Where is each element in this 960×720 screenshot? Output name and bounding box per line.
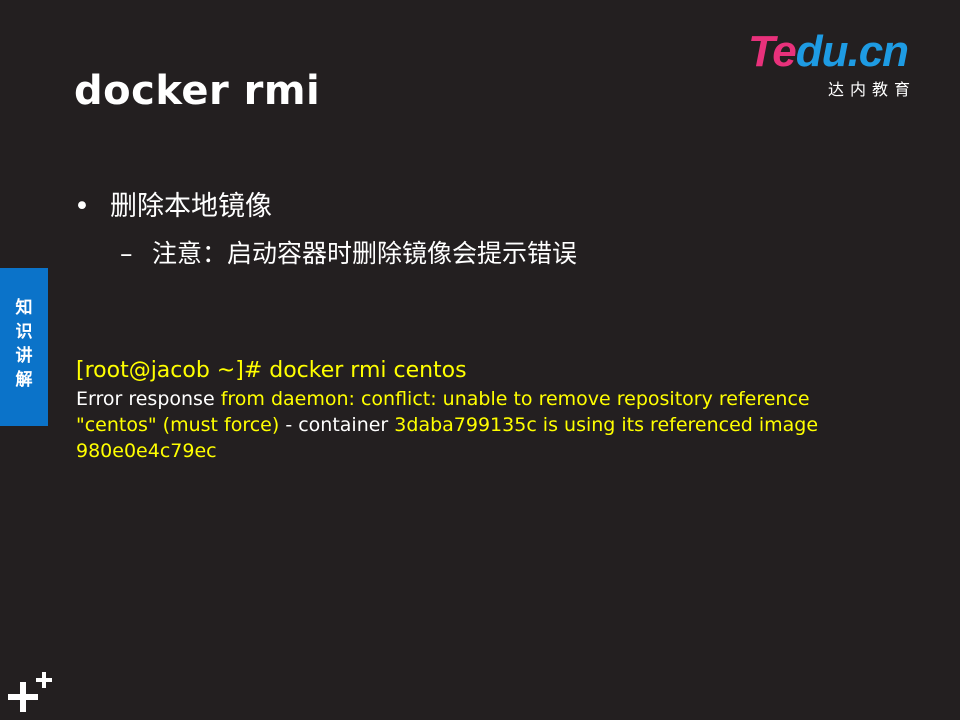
error-part: 3daba799135c is using its referenced ima… (394, 414, 819, 436)
sub-bullet-text: 注意：启动容器时删除镜像会提示错误 (152, 239, 578, 268)
error-part: - container (279, 414, 395, 436)
error-part: 980e0e4c79ec (76, 440, 217, 462)
logo-brand-part1: Te (748, 27, 797, 76)
side-tab-label: 知 识 讲 解 (0, 296, 48, 392)
side-tab-char: 知 (15, 298, 33, 318)
bullet-item: • 删除本地镜像 (74, 184, 272, 223)
side-tab-char: 识 (15, 322, 33, 342)
tedu-logo: Tedu.cn 达内教育 (748, 30, 938, 100)
command-line: [root@jacob ~]# docker rmi centos (76, 358, 467, 383)
slide-title: docker rmi (74, 68, 321, 114)
plus-icon (8, 672, 52, 712)
logo-subtitle: 达内教育 (828, 80, 917, 99)
side-tab-char: 讲 (15, 346, 33, 366)
logo-brand-part2: du.cn (795, 27, 909, 76)
sub-bullet-item: – 注意：启动容器时删除镜像会提示错误 (120, 234, 577, 270)
error-part: from daemon: conflict: unable to remove … (214, 388, 810, 410)
error-part: "centos" (must force) (76, 414, 280, 436)
logo-brand: Tedu.cn (748, 27, 909, 76)
error-prefix: Error response (76, 388, 215, 410)
code-block: [root@jacob ~]# docker rmi centos Error … (76, 356, 876, 464)
slide: docker rmi Tedu.cn 达内教育 • 删除本地镜像 – 注意：启动容器… (0, 0, 960, 720)
side-tab: 知 识 讲 解 (0, 268, 48, 426)
sub-bullet-dash: – (120, 239, 133, 268)
bullet-dot: • (74, 191, 90, 222)
bullet-text: 删除本地镜像 (110, 191, 272, 222)
side-tab-char: 解 (15, 370, 33, 390)
error-output: Error response from daemon: conflict: un… (76, 386, 876, 464)
